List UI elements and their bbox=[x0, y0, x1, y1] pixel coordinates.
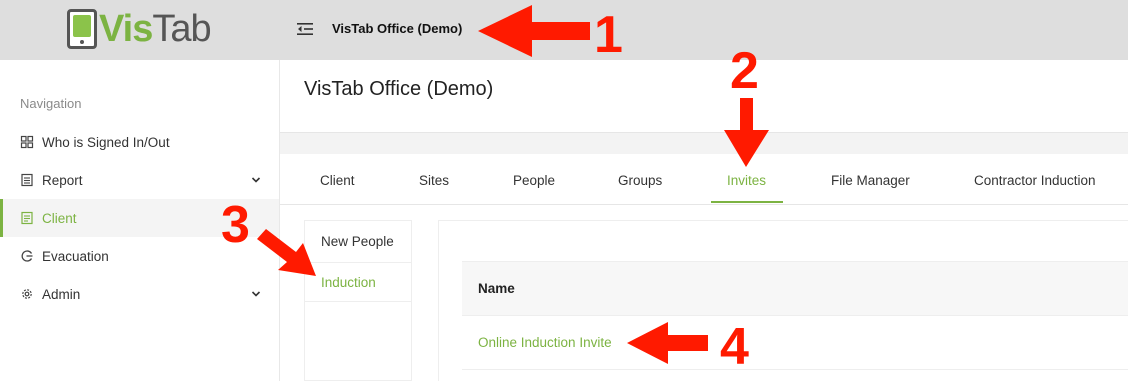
tab-groups[interactable]: Groups bbox=[618, 173, 662, 188]
sidebar-item-label: Who is Signed In/Out bbox=[42, 134, 170, 150]
sidebar-item-label: Report bbox=[42, 172, 83, 188]
main-area: VisTab Office (Demo) Client Sites People… bbox=[280, 60, 1128, 381]
active-tab-indicator bbox=[711, 201, 783, 203]
nav-heading: Navigation bbox=[20, 96, 82, 111]
subnav-induction[interactable]: Induction bbox=[305, 262, 411, 302]
table-header: Name bbox=[462, 261, 1128, 316]
tab-contractor-induction[interactable]: Contractor Induction bbox=[974, 173, 1096, 188]
report-icon bbox=[21, 173, 33, 187]
sidebar-item-report[interactable]: Report bbox=[0, 161, 279, 199]
online-induction-invite-link[interactable]: Online Induction Invite bbox=[478, 335, 612, 350]
invites-subnav: New People Induction bbox=[304, 220, 412, 381]
sidebar-item-client[interactable]: Client bbox=[0, 199, 279, 237]
tab-people[interactable]: People bbox=[513, 173, 555, 188]
chevron-down-icon bbox=[251, 291, 261, 297]
tab-client[interactable]: Client bbox=[320, 173, 355, 188]
tablet-logo-icon bbox=[67, 9, 97, 49]
sidebar-item-admin[interactable]: Admin bbox=[0, 275, 279, 313]
table-row: Online Induction Invite bbox=[462, 316, 1128, 370]
sidebar: Navigation Who is Signed In/Out Report C… bbox=[0, 60, 280, 381]
tab-sites[interactable]: Sites bbox=[419, 173, 449, 188]
tab-bar: Client Sites People Groups Invites File … bbox=[280, 154, 1128, 205]
chevron-down-icon bbox=[251, 177, 261, 183]
tab-file-manager[interactable]: File Manager bbox=[831, 173, 910, 188]
page-title: VisTab Office (Demo) bbox=[304, 78, 494, 100]
title-bar: VisTab Office (Demo) bbox=[280, 60, 1128, 133]
sidebar-item-label: Evacuation bbox=[42, 248, 109, 264]
column-header-name: Name bbox=[478, 281, 515, 296]
evacuation-icon bbox=[21, 250, 33, 262]
grid-icon bbox=[20, 135, 34, 149]
tab-invites[interactable]: Invites bbox=[727, 173, 766, 188]
header-title: VisTab Office (Demo) bbox=[332, 21, 463, 36]
sidebar-item-label: Client bbox=[42, 210, 77, 226]
gear-icon bbox=[22, 289, 32, 299]
logo-text: VisTab bbox=[99, 8, 212, 50]
content-card: Client Sites People Groups Invites File … bbox=[280, 154, 1128, 381]
vistab-logo[interactable]: VisTab bbox=[67, 8, 212, 50]
top-header: VisTab VisTab Office (Demo) bbox=[0, 0, 1128, 60]
subnav-new-people[interactable]: New People bbox=[305, 221, 411, 261]
document-icon bbox=[21, 211, 33, 225]
invites-panel: Name Online Induction Invite bbox=[438, 220, 1128, 381]
sidebar-item-who-is-signed[interactable]: Who is Signed In/Out bbox=[0, 123, 279, 161]
sidebar-item-label: Admin bbox=[42, 286, 81, 302]
menu-collapse-icon[interactable] bbox=[296, 20, 314, 38]
sidebar-item-evacuation[interactable]: Evacuation bbox=[0, 237, 279, 275]
